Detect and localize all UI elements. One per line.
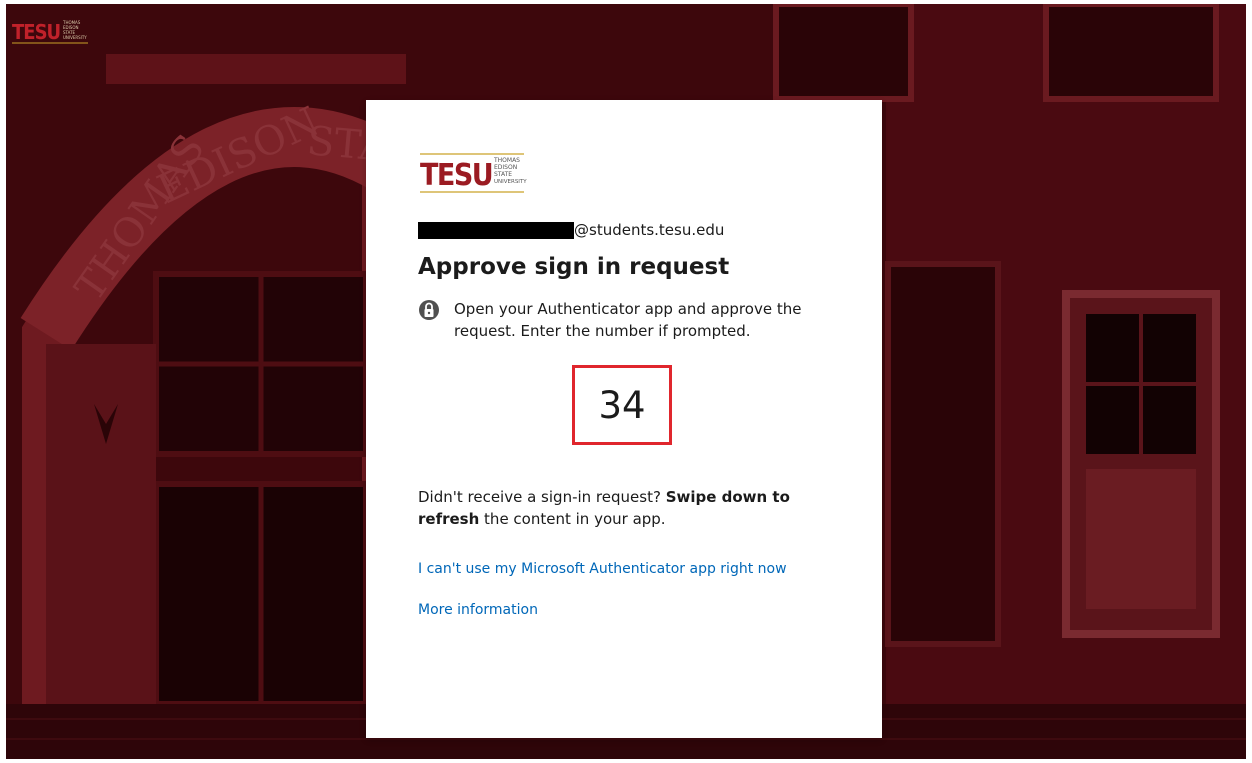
svg-text:TESU: TESU: [12, 20, 60, 44]
more-information-link[interactable]: More information: [418, 602, 838, 618]
logo-edison: EDISON: [494, 164, 517, 171]
tesu-logo-small: TESU THOMAS EDISON STATE UNIVERSITY: [12, 20, 88, 44]
corner-logo: TESU THOMAS EDISON STATE UNIVERSITY: [12, 14, 92, 48]
authenticator-lock-icon: [418, 299, 440, 321]
page-title: Approve sign in request: [418, 254, 730, 280]
svg-text:UNIVERSITY: UNIVERSITY: [63, 35, 87, 40]
logo-state: STATE: [494, 171, 512, 178]
logo-thomas: THOMAS: [493, 157, 520, 164]
verification-number: 34: [572, 365, 672, 445]
signin-card: TESU THOMAS EDISON STATE UNIVERSITY @stu…: [366, 100, 882, 738]
page: THOMAS EDISON STAT TESU THOMAS EDISON ST…: [0, 0, 1252, 763]
cant-use-authenticator-link[interactable]: I can't use my Microsoft Authenticator a…: [418, 561, 838, 577]
no-request-prefix: Didn't receive a sign-in request?: [418, 488, 666, 506]
signin-card-content: TESU THOMAS EDISON STATE UNIVERSITY @stu…: [418, 152, 838, 618]
tesu-logo: TESU THOMAS EDISON STATE UNIVERSITY: [418, 152, 528, 196]
instruction-row: Open your Authenticator app and approve …: [418, 298, 838, 342]
redacted-username: [418, 221, 574, 239]
user-identity: @students.tesu.edu: [418, 218, 838, 242]
no-request-suffix: the content in your app.: [479, 510, 666, 528]
logo-university: UNIVERSITY: [494, 179, 527, 185]
instruction-text: Open your Authenticator app and approve …: [454, 300, 802, 340]
logo-tesu-text: TESU: [420, 158, 492, 193]
tesu-logo-image: TESU THOMAS EDISON STATE UNIVERSITY: [420, 153, 527, 193]
identity-domain: @students.tesu.edu: [574, 221, 725, 239]
no-request-text: Didn't receive a sign-in request? Swipe …: [418, 486, 838, 530]
